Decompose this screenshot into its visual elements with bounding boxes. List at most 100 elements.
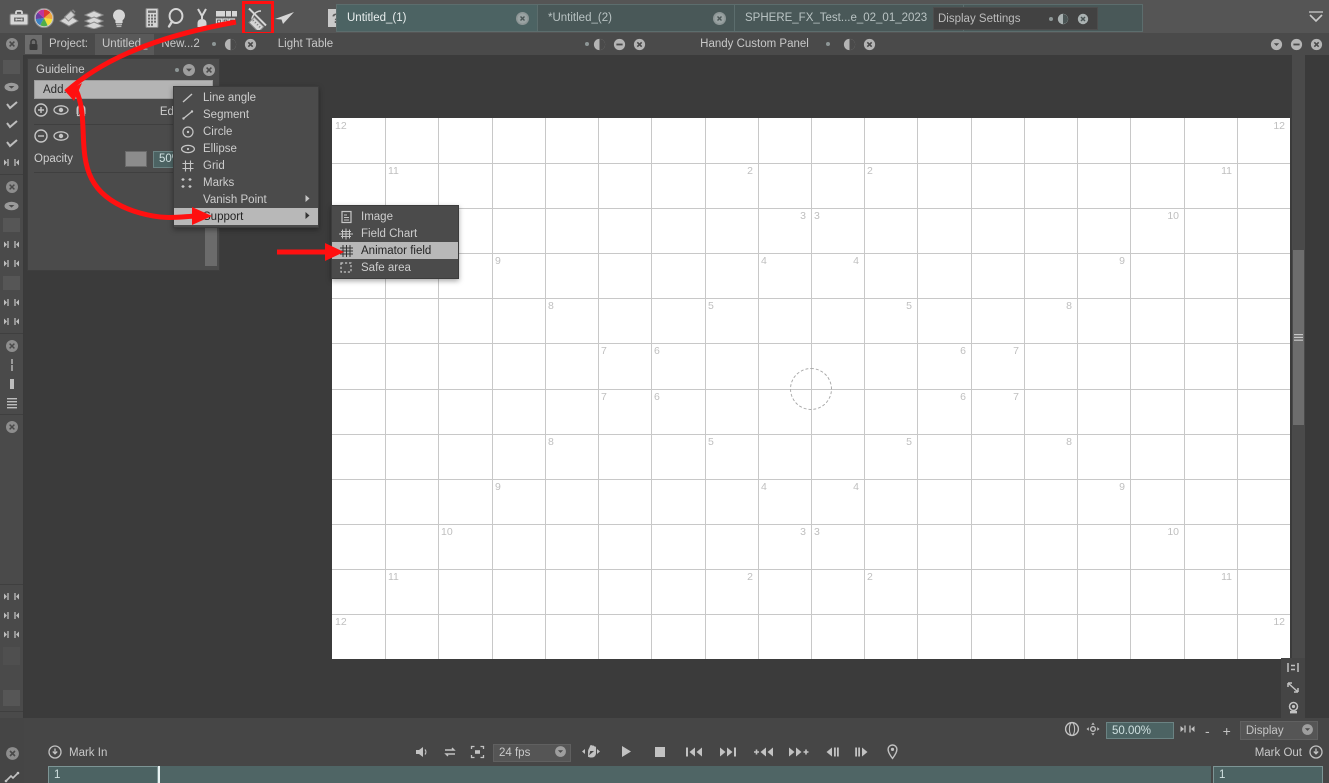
strip-slider-icon-6[interactable]	[0, 587, 23, 606]
close-icon-2[interactable]	[632, 37, 646, 51]
frame-out-input[interactable]: 1	[1213, 766, 1323, 783]
menu-item-line-angle[interactable]: Line angle	[174, 89, 318, 106]
menu-item-support[interactable]: Support	[174, 208, 318, 225]
last-frame-button[interactable]	[713, 745, 743, 762]
scrollbar-thumb[interactable]	[1293, 250, 1304, 425]
strip-check-icon-3[interactable]	[0, 134, 23, 153]
fit-to-window-icon[interactable]	[1286, 661, 1300, 677]
zoom-value-input[interactable]: 50.00%	[1106, 722, 1174, 739]
room-tab-sphere-fx-test[interactable]: SPHERE_FX_Test...e_02_01_2023	[734, 4, 964, 32]
magnet-snap-icon[interactable]	[74, 103, 88, 120]
viewer-vertical-scrollbar[interactable]	[1292, 55, 1305, 674]
frame-in-input[interactable]: 1	[48, 766, 158, 783]
pan-tool-button[interactable]	[575, 744, 607, 762]
animate-tool-icon[interactable]	[4, 770, 20, 783]
mark-in-control[interactable]: Mark In	[48, 744, 107, 762]
color-swatch[interactable]	[125, 151, 147, 167]
strip-block-4[interactable]	[3, 647, 20, 665]
remove-item-icon[interactable]	[34, 129, 48, 146]
fps-select[interactable]: 24 fps	[493, 744, 571, 762]
prev-frame-button[interactable]	[819, 745, 845, 762]
zoom-slider-icon[interactable]	[1179, 724, 1196, 737]
first-frame-button[interactable]	[679, 745, 709, 762]
magnifier-icon[interactable]	[164, 2, 189, 34]
menu-item-marks[interactable]: Marks	[174, 174, 318, 191]
close-icon-4[interactable]	[1309, 37, 1323, 51]
support-submenu[interactable]: Image Field Chart Animator field Safe ar…	[331, 205, 459, 279]
strip-slider-icon-7[interactable]	[0, 606, 23, 625]
close-icon[interactable]	[1076, 12, 1090, 26]
visibility-eye-icon-2[interactable]	[53, 130, 69, 145]
strip-check-icon-1[interactable]	[0, 96, 23, 115]
paperplane-icon[interactable]	[272, 2, 297, 34]
scissors-icon[interactable]	[189, 2, 214, 34]
strip-pen-icon[interactable]	[0, 355, 23, 374]
strip-slider-icon-2[interactable]	[0, 235, 23, 254]
strip-block[interactable]	[3, 60, 20, 74]
play-button[interactable]	[611, 744, 641, 762]
loop-button[interactable]	[438, 745, 462, 762]
preview-range-button[interactable]	[466, 745, 489, 762]
reset-position-icon[interactable]	[1085, 721, 1101, 740]
mark-in-icon[interactable]	[48, 744, 62, 762]
lock-icon[interactable]	[25, 34, 42, 54]
strip-block-2[interactable]	[3, 218, 20, 232]
timeline-track[interactable]: 1 1	[24, 766, 1329, 783]
key-marker-button[interactable]	[879, 743, 906, 763]
close-icon[interactable]	[5, 746, 20, 764]
light-table-label[interactable]: Light Table	[271, 34, 340, 55]
playhead[interactable]	[158, 766, 160, 783]
resize-diagonal-icon[interactable]	[1285, 680, 1301, 698]
menu-item-vanish-point[interactable]: Vanish Point	[174, 191, 318, 208]
strip-slider-icon-1[interactable]	[0, 153, 23, 172]
strip-lines-icon[interactable]	[0, 393, 23, 412]
strip-slider-icon-8[interactable]	[0, 625, 23, 644]
close-icon-3[interactable]	[863, 37, 877, 51]
strip-chevron-icon[interactable]	[0, 77, 23, 96]
guideline-panel-scrollbar[interactable]	[205, 226, 217, 266]
lightbulb-icon[interactable]	[106, 2, 131, 34]
project-name[interactable]: Untitled_	[95, 33, 155, 55]
color-wheel-icon[interactable]	[31, 2, 56, 34]
close-icon[interactable]	[516, 11, 529, 25]
level-strip-icon[interactable]	[56, 2, 81, 34]
strip-slider-icon-5[interactable]	[0, 312, 23, 331]
submenu-item-image[interactable]: Image	[332, 208, 458, 225]
close-icon[interactable]	[244, 37, 258, 51]
next-frame-button[interactable]	[849, 745, 875, 762]
mark-out-icon[interactable]	[1309, 744, 1323, 762]
menu-item-ellipse[interactable]: Ellipse	[174, 140, 318, 157]
strip-bar-icon[interactable]	[0, 374, 23, 393]
chevron-down-icon[interactable]	[182, 63, 196, 77]
ruler-protractor-icon[interactable]	[242, 1, 274, 35]
timeline-scrub-strip[interactable]	[158, 766, 1211, 783]
camera-view-icon[interactable]	[1286, 701, 1301, 718]
camera-sheet[interactable]: 1212121211111111101010109999888877776666…	[332, 118, 1290, 659]
display-settings-panel-header[interactable]: Display Settings	[933, 7, 1098, 30]
layers-icon[interactable]	[81, 2, 106, 34]
submenu-item-animator-field[interactable]: Animator field	[332, 242, 458, 259]
prev-key-button[interactable]	[747, 745, 779, 762]
keypad-icon[interactable]	[139, 2, 164, 34]
add-item-icon[interactable]	[34, 103, 48, 120]
zoom-in-button[interactable]: +	[1219, 723, 1235, 739]
strip-slider-icon-4[interactable]	[0, 293, 23, 312]
submenu-item-field-chart[interactable]: Field Chart	[332, 225, 458, 242]
stop-button[interactable]	[645, 745, 675, 762]
visibility-eye-icon[interactable]	[53, 104, 69, 119]
chevron-down-icon[interactable]	[1269, 37, 1283, 51]
panel-float-icon-3[interactable]	[843, 37, 857, 51]
zoom-out-button[interactable]: -	[1201, 723, 1214, 739]
toolbox-icon[interactable]	[6, 2, 31, 34]
close-icon-3[interactable]	[0, 417, 23, 436]
guideline-panel-header[interactable]: Guideline	[28, 59, 219, 80]
chevron-down-icon[interactable]	[1301, 723, 1314, 739]
room-tab-untitled-2[interactable]: *Untitled_(2)	[537, 4, 735, 32]
menu-item-grid[interactable]: Grid	[174, 157, 318, 174]
sound-toggle-button[interactable]	[410, 745, 434, 762]
chevron-down-icon[interactable]	[554, 745, 567, 761]
toolbar-overflow-arrow[interactable]	[1307, 10, 1325, 26]
minimize-icon-2[interactable]	[1289, 37, 1303, 51]
panel-float-icon[interactable]	[1056, 12, 1070, 26]
strip-block-5[interactable]	[3, 690, 20, 706]
